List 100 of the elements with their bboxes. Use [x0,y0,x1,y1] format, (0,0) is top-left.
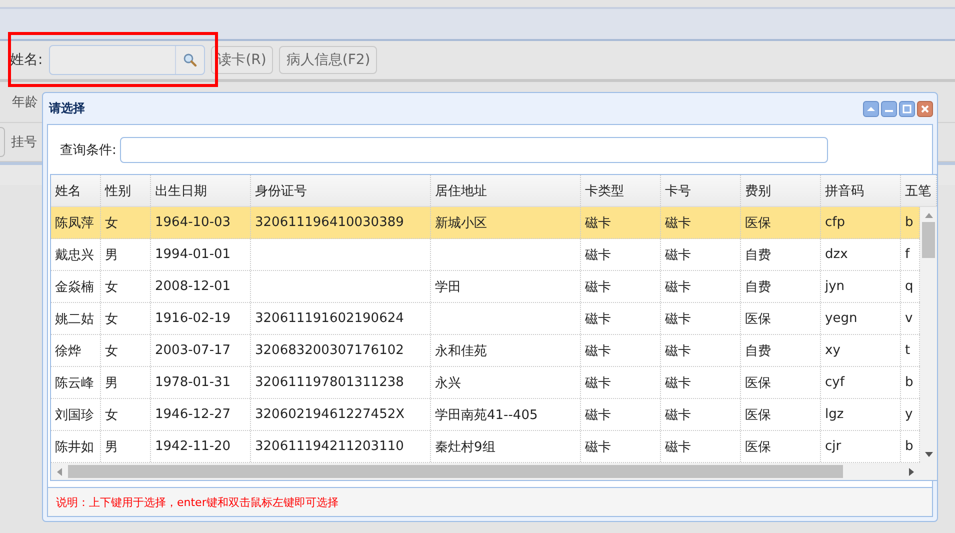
table-cell-text: 自费 [745,246,771,264]
table-cell: 2003-07-17 [155,343,231,358]
table-cell: f [905,247,910,262]
table-cell-text: 女 [105,406,118,424]
query-label: 查询条件: [60,142,116,158]
table-row[interactable]: 陈凤萍 女 1964-10-03 320611196410030389 新城小区 磁卡 磁卡 医保 cfp b [51,207,920,239]
table-cell-text: 磁卡 [585,374,611,392]
table-cell: 32060219461227452X [255,407,405,422]
maximize-icon[interactable] [899,100,915,116]
scroll-down-icon[interactable] [924,452,932,457]
table-cell-text: 男 [105,438,118,456]
field-edge [0,127,5,157]
table-cell: 1978-01-31 [155,375,231,390]
table-cell: v [905,311,913,326]
table-cell: cyf [825,375,844,390]
scroll-left-icon[interactable] [57,468,62,476]
table-cell-text: 男 [105,246,118,264]
table-cell: y [905,407,913,422]
table-cell-text: 磁卡 [585,278,611,296]
table-cell-text: 戴忠兴 [55,246,94,264]
table-cell: 2008-12-01 [155,279,231,294]
close-icon[interactable] [917,100,933,116]
table-cell: lgz [825,407,844,422]
table-cell-text: 新城小区 [435,214,487,232]
table-cell: 1942-11-20 [155,439,231,454]
table-cell-text: 磁卡 [665,214,691,232]
table-cell: cfp [825,215,845,230]
column-header[interactable]: 出生日期 [151,175,251,206]
table-cell: 320611191602190624 [255,311,404,326]
table-cell-text: 医保 [745,406,771,424]
column-header[interactable]: 身份证号 [251,175,431,206]
toolbar-button[interactable]: 病人信息(F2) [279,46,378,74]
table-cell-text: 女 [105,214,118,232]
table-cell-text: 陈云峰 [55,374,94,392]
table-cell-text: 磁卡 [585,246,611,264]
column-header[interactable]: 卡类型 [581,175,661,206]
registration-label: 挂号 [11,134,37,151]
table-row[interactable]: 戴忠兴 男 1994-01-01 磁卡 磁卡 自费 dzx f [51,239,920,271]
table-cell-text: 磁卡 [665,374,691,392]
column-header[interactable]: 拼音码 [821,175,901,206]
table-row[interactable]: 金焱楠 女 2008-12-01 学田 磁卡 磁卡 自费 jyn q [51,271,920,303]
scroll-right-icon[interactable] [909,468,914,476]
table-cell-text: 磁卡 [585,310,611,328]
collapse-icon[interactable] [863,100,879,116]
table-cell: xy [825,343,840,358]
table-cell: 320611194211203110 [255,439,404,454]
hint-text: 说明：上下键用于选择，enter键和双击鼠标左键即可选择 [48,487,932,516]
table-cell-text: 医保 [745,438,771,456]
table-cell-text: 医保 [745,310,771,328]
table-cell-text: 金焱楠 [55,278,94,296]
name-label: 姓名: [10,51,43,69]
table-cell-text: 磁卡 [585,214,611,232]
table-cell: 1916-02-19 [155,311,231,326]
table-cell-text: 自费 [745,342,771,360]
minimize-icon[interactable] [881,100,897,116]
table-cell-text: 磁卡 [585,438,611,456]
toolbar-button[interactable]: 读卡(R) [210,46,274,74]
table-cell-text: 磁卡 [665,278,691,296]
table-cell-text: 陈井如 [55,438,94,456]
table-cell-text: 医保 [745,374,771,392]
table-cell-text: 磁卡 [665,438,691,456]
column-header[interactable]: 性别 [101,175,151,206]
table-cell-text: 秦灶村9组 [435,438,496,456]
table-cell: dzx [825,247,848,262]
table-row[interactable]: 刘国珍 女 1946-12-27 32060219461227452X 学田南苑41--405 磁卡 磁卡 医保 lgz y [51,399,920,431]
table-cell-text: 自费 [745,278,771,296]
table-cell: 320611197801311238 [255,375,404,390]
table-cell-text: 磁卡 [665,342,691,360]
column-header[interactable]: 居住地址 [431,175,581,206]
table-cell-text: 磁卡 [665,310,691,328]
scroll-up-icon[interactable] [924,213,932,218]
table-cell: b [905,215,914,230]
column-header[interactable]: 卡号 [661,175,741,206]
table-row[interactable]: 陈云峰 男 1978-01-31 320611197801311238 永兴 磁卡 磁卡 医保 cyf b [51,367,920,399]
age-label: 年龄 [12,94,38,111]
name-field[interactable] [48,45,205,75]
table-cell: 320611196410030389 [255,215,404,230]
table-cell: q [905,279,914,294]
table-cell: 320683200307176102 [255,343,404,358]
table-row[interactable]: 姚二姑 女 1916-02-19 320611191602190624 磁卡 磁卡 医保 yegn v [51,303,920,335]
table-cell: 1946-12-27 [155,407,231,422]
table-cell-text: 女 [105,310,118,328]
scrollbar-thumb[interactable] [922,222,935,258]
table-row[interactable]: 徐烨 女 2003-07-17 320683200307176102 永和佳苑 磁卡 磁卡 自费 xy t [51,335,920,367]
table-cell: 1964-10-03 [155,215,231,230]
table-cell: cjr [825,439,842,454]
table-cell: yegn [825,311,858,326]
table-cell-text: 永兴 [435,374,461,392]
table-cell-text: 学田 [435,278,461,296]
column-header[interactable]: 费别 [741,175,821,206]
table-cell-text: 姚二姑 [55,310,94,328]
scrollbar-thumb[interactable] [68,465,843,478]
table-cell: 1994-01-01 [155,247,231,262]
query-field[interactable] [120,136,828,162]
table-cell: b [905,375,914,390]
column-header[interactable]: 姓名 [51,175,101,206]
table-cell-text: 徐烨 [55,342,81,360]
column-header[interactable]: 五笔 [901,175,937,206]
table-cell-text: 女 [105,278,118,296]
table-cell: b [905,439,914,454]
